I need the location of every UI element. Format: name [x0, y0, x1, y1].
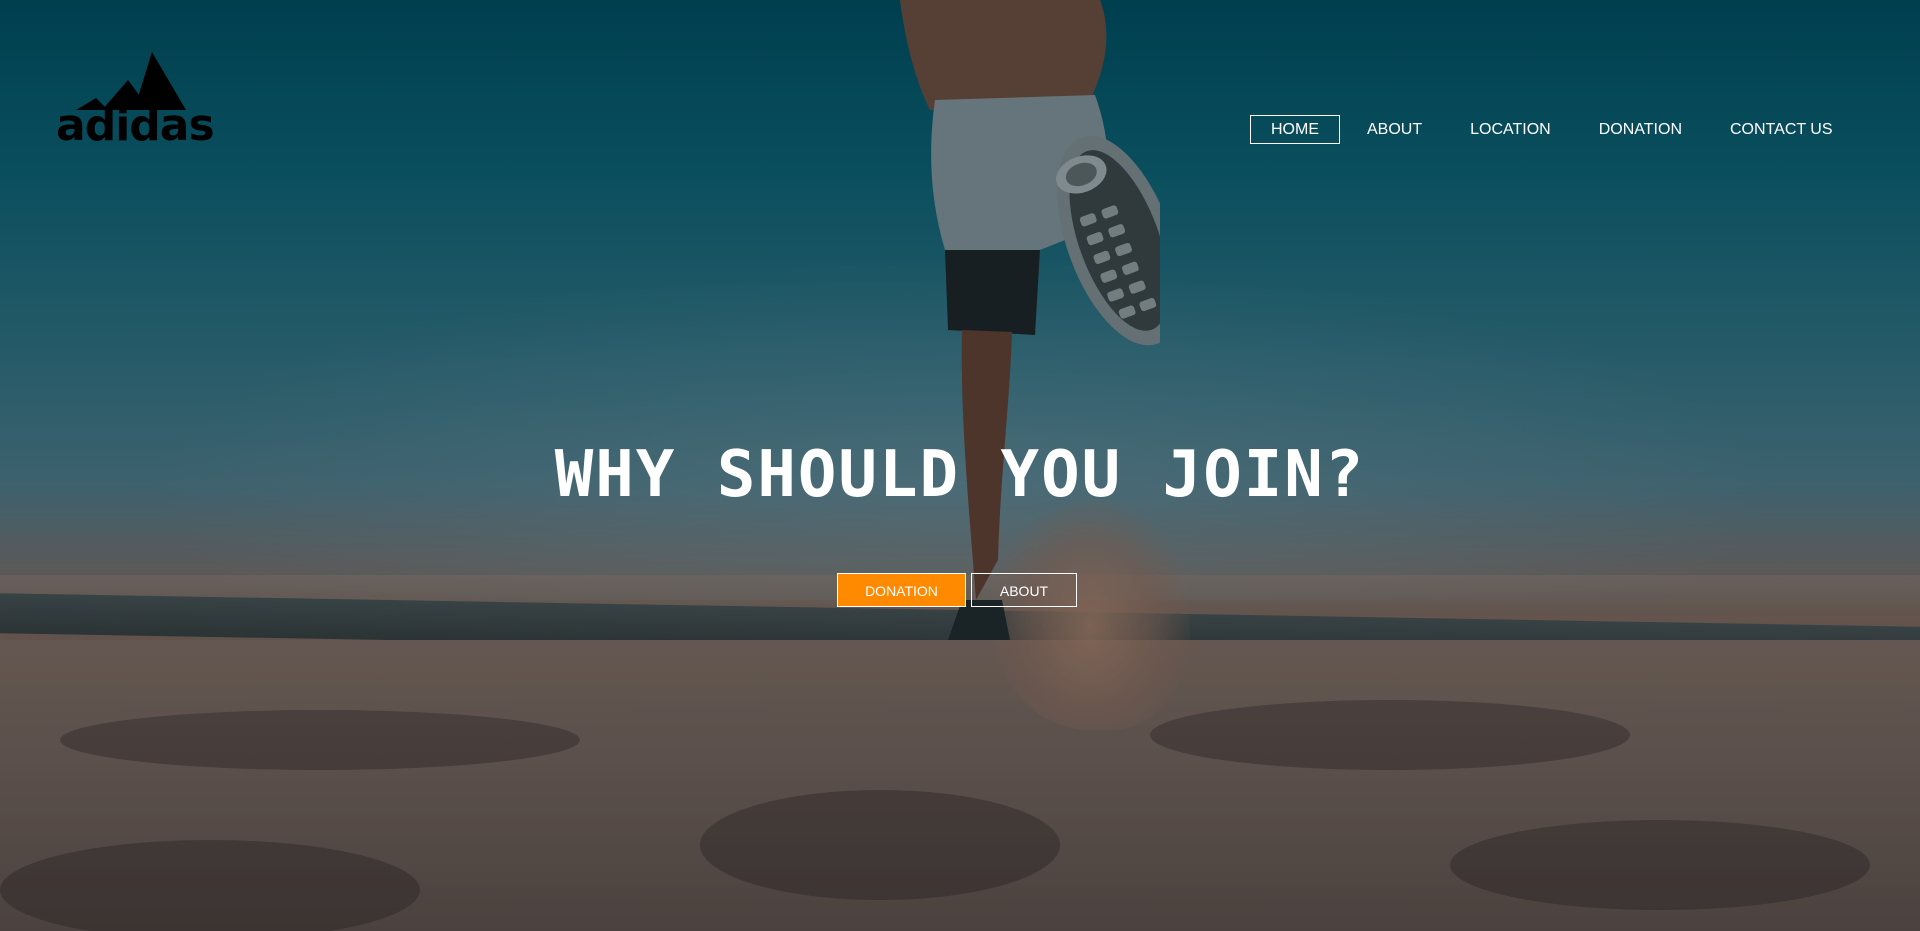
adidas-logo[interactable]: adidas	[56, 52, 215, 156]
nav-item-contact-us[interactable]: CONTACT US	[1709, 115, 1854, 144]
nav-item-about[interactable]: ABOUT	[1346, 115, 1443, 144]
main-nav: HOME ABOUT LOCATION DONATION CONTACT US	[1250, 115, 1860, 144]
donation-button[interactable]: DONATION	[837, 573, 966, 607]
nav-item-home[interactable]: HOME	[1250, 115, 1340, 144]
hero-actions: DONATION ABOUT	[837, 573, 1077, 607]
hero-headline: WHY SHOULD YOU JOIN?	[554, 438, 1366, 512]
nav-item-donation[interactable]: DONATION	[1578, 115, 1703, 144]
nav-item-location[interactable]: LOCATION	[1449, 115, 1572, 144]
brand-logo-text: adidas	[56, 100, 215, 151]
about-button[interactable]: ABOUT	[971, 573, 1077, 607]
hero-section: adidas HOME ABOUT LOCATION DONATION CONT…	[0, 0, 1920, 931]
